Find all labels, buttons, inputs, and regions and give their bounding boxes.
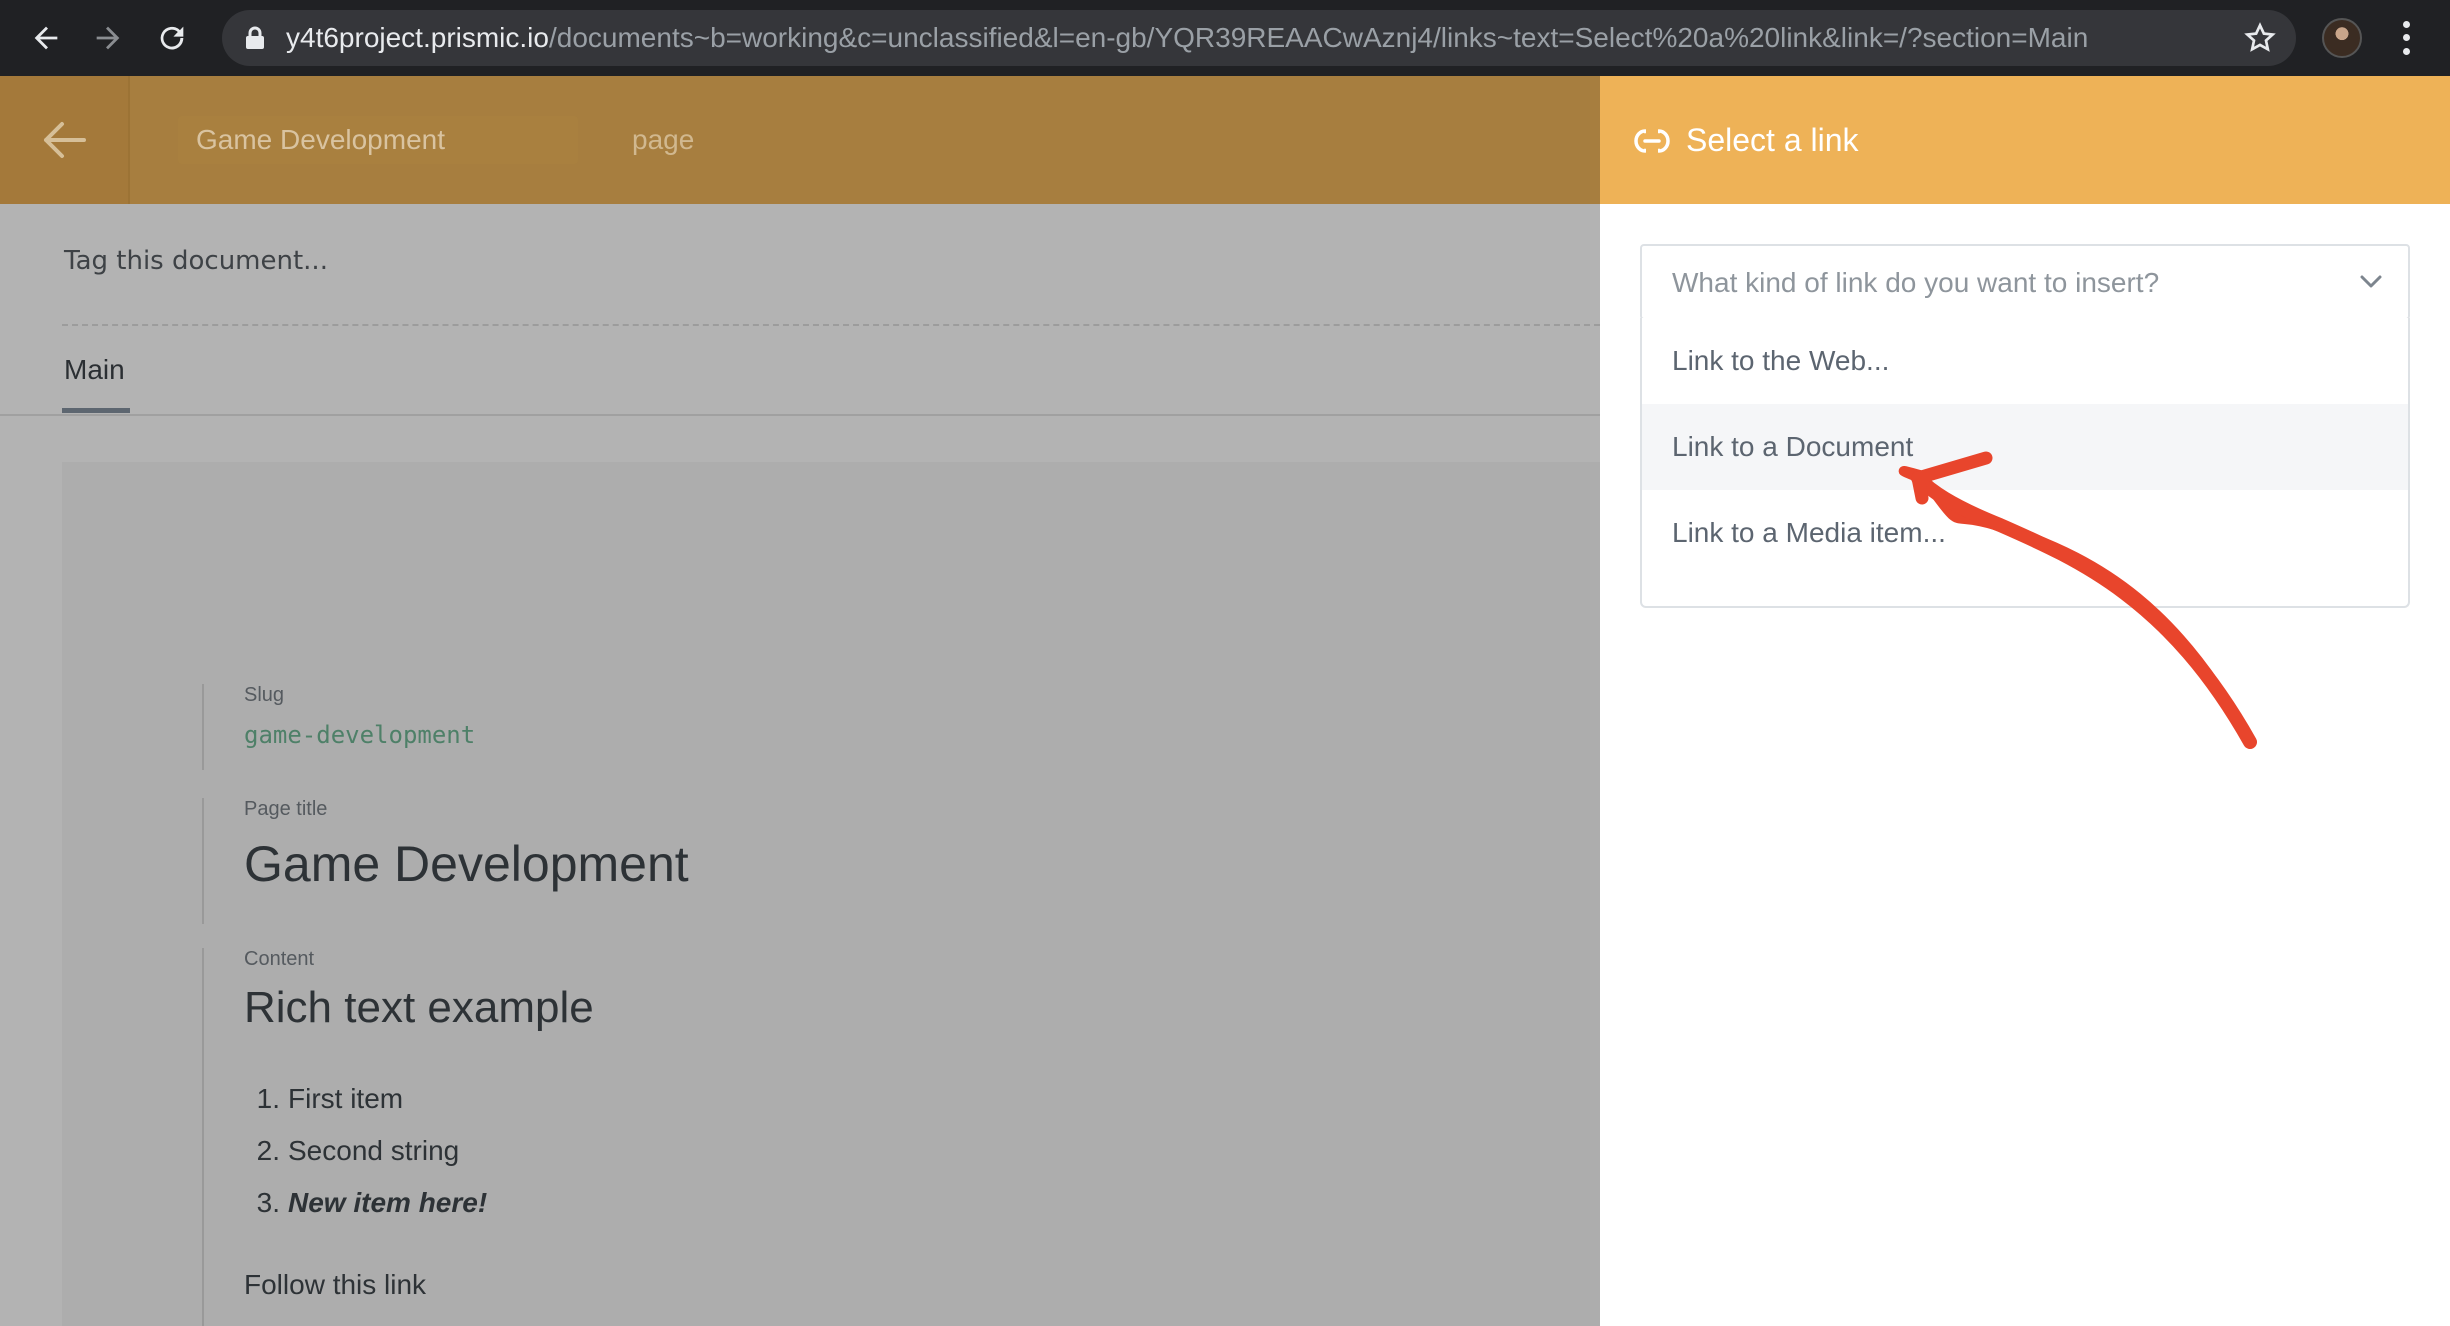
list-item[interactable]: 2. Second string: [244, 1125, 594, 1177]
divider: [0, 414, 1600, 416]
link-type-dropdown: Link to the Web... Link to a Document Li…: [1640, 318, 2410, 608]
tab-main[interactable]: Main: [64, 354, 125, 386]
content-heading[interactable]: Rich text example: [244, 983, 594, 1033]
option-link-to-web[interactable]: Link to the Web...: [1642, 318, 2408, 404]
reload-icon[interactable]: [148, 14, 196, 62]
list-item[interactable]: 1. First item: [244, 1073, 594, 1125]
page-title-field[interactable]: Page title Game Development: [202, 798, 689, 924]
star-icon[interactable]: [2244, 22, 2276, 54]
page-title-value[interactable]: Game Development: [244, 835, 689, 893]
page-title-label: Page title: [244, 798, 328, 820]
browser-toolbar: y4t6project.prismic.io/documents~b=worki…: [0, 0, 2450, 76]
option-link-to-document[interactable]: Link to a Document: [1642, 404, 2408, 490]
chevron-down-icon[interactable]: [2360, 274, 2382, 290]
ordered-list[interactable]: 1. First item 2. Second string 3. New item …: [244, 1073, 594, 1229]
slug-label: Slug: [244, 684, 285, 706]
lock-icon[interactable]: [244, 26, 266, 50]
back-button[interactable]: [0, 76, 130, 204]
back-arrow-icon: [44, 122, 86, 158]
slug-field[interactable]: Slug game-development: [202, 684, 475, 770]
tag-input[interactable]: Tag this document...: [64, 246, 328, 276]
option-link-to-media[interactable]: Link to a Media item...: [1642, 490, 2408, 576]
document-title-input[interactable]: Game Development: [178, 116, 578, 164]
forward-arrow-icon[interactable]: [84, 14, 132, 62]
content-field[interactable]: Content Rich text example 1. First item 2…: [202, 948, 594, 1326]
select-link-panel: Select a link What kind of link do you w…: [1600, 76, 2450, 1326]
link-icon: [1634, 128, 1670, 154]
panel-title: Select a link: [1686, 122, 1859, 158]
link-type-select[interactable]: What kind of link do you want to insert?: [1640, 244, 2410, 320]
document-type-label: page: [632, 124, 695, 155]
kebab-menu-icon[interactable]: [2394, 18, 2418, 58]
document-editor: Game Development page Tag this document.…: [0, 76, 1600, 1326]
slug-value[interactable]: game-development: [244, 721, 475, 749]
content-card: Slug game-development Page title Game De…: [62, 462, 1600, 1326]
content-label: Content: [244, 948, 315, 970]
back-arrow-icon[interactable]: [22, 14, 70, 62]
profile-avatar[interactable]: [2322, 18, 2362, 58]
document-title: Game Development: [196, 124, 446, 155]
active-tab-indicator: [62, 408, 130, 413]
follow-link-text[interactable]: Follow this link: [244, 1269, 594, 1301]
editor-header: Game Development page: [0, 76, 1600, 204]
list-item[interactable]: 3. New item here!: [244, 1177, 594, 1229]
address-bar[interactable]: y4t6project.prismic.io/documents~b=worki…: [222, 10, 2296, 66]
select-placeholder: What kind of link do you want to insert?: [1672, 267, 2160, 298]
url-text[interactable]: y4t6project.prismic.io/documents~b=worki…: [286, 10, 2206, 66]
panel-header: Select a link: [1600, 76, 2450, 204]
divider: [62, 324, 1600, 326]
